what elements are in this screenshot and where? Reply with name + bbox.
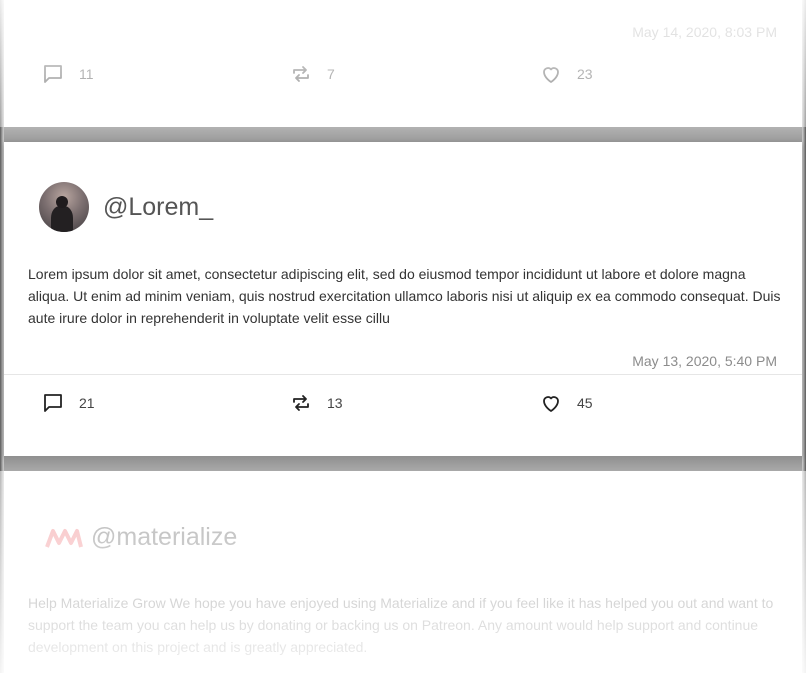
post-handle[interactable]: @materialize [91, 523, 237, 552]
heart-icon [543, 396, 559, 412]
post-card: @Lorem_ Lorem ipsum dolor sit amet, cons… [4, 142, 802, 456]
post-card: @materialize Help Materialize Grow We ho… [4, 471, 802, 673]
comment-count: 11 [79, 66, 94, 82]
post-handle[interactable]: @Lorem_ [103, 193, 213, 222]
comment-button[interactable]: 11 [41, 59, 94, 89]
avatar[interactable] [39, 182, 89, 232]
post-header: @materialize [45, 523, 237, 552]
like-button[interactable]: 23 [539, 59, 593, 89]
post-timestamp: May 14, 2020, 8:03 PM [632, 24, 777, 40]
post-header: @Lorem_ [39, 182, 213, 232]
retweet-icon [293, 66, 309, 82]
retweet-icon [293, 395, 309, 411]
retweet-count: 13 [327, 395, 343, 411]
card-gap [4, 127, 802, 142]
post-card: May 14, 2020, 8:03 PM 11 7 23 [4, 0, 802, 127]
like-count: 23 [577, 66, 593, 82]
comment-icon [44, 394, 62, 412]
like-button[interactable]: 45 [539, 388, 593, 418]
comment-count: 21 [79, 395, 95, 411]
post-timestamp: May 13, 2020, 5:40 PM [632, 353, 777, 369]
retweet-button[interactable]: 13 [289, 388, 343, 418]
retweet-button[interactable]: 7 [289, 59, 335, 89]
divider [4, 374, 802, 375]
heart-icon [543, 67, 559, 83]
feed: May 14, 2020, 8:03 PM 11 7 23 @Lorem_ Lo… [4, 0, 802, 673]
retweet-count: 7 [327, 66, 335, 82]
post-text: Help Materialize Grow We hope you have e… [28, 595, 774, 655]
comment-button[interactable]: 21 [41, 388, 95, 418]
comment-icon [44, 65, 62, 83]
like-count: 45 [577, 395, 593, 411]
post-actions: 11 7 23 [4, 59, 802, 89]
post-text: Lorem ipsum dolor sit amet, consectetur … [28, 266, 781, 326]
post-actions: 21 13 45 [4, 388, 802, 418]
card-gap [4, 456, 802, 471]
materialize-logo-icon [45, 528, 83, 548]
